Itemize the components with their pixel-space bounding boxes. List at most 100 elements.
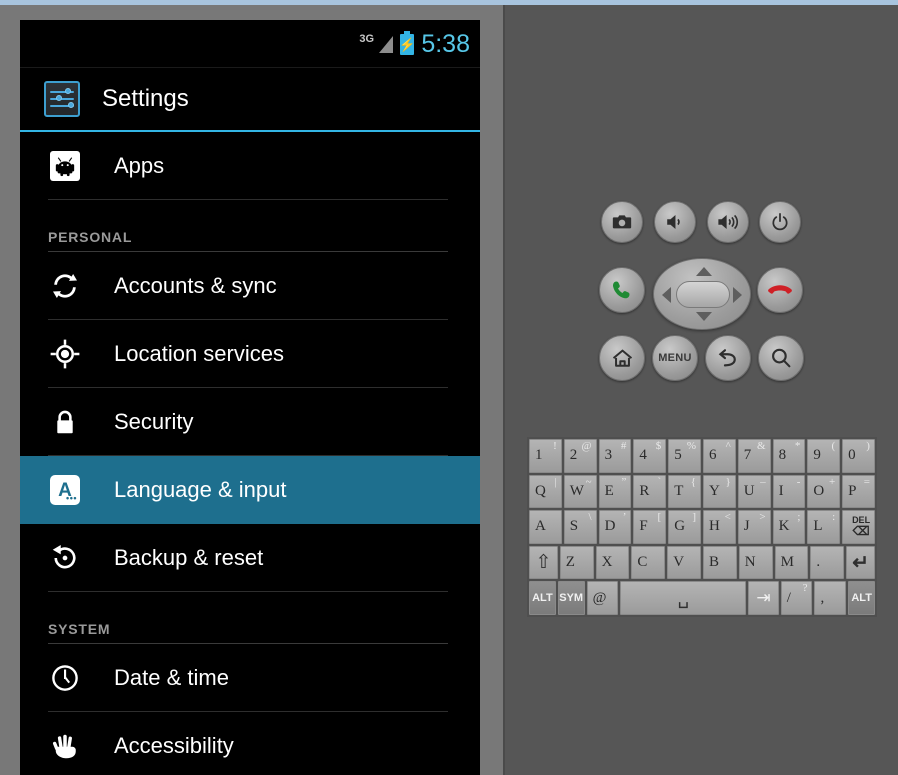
section-header-label: SYSTEM <box>48 621 111 637</box>
padlock-icon <box>48 405 82 439</box>
slash-key[interactable]: /? <box>780 581 813 615</box>
key-s[interactable]: S \ <box>563 510 597 544</box>
key-v[interactable]: V <box>667 545 701 580</box>
settings-list: Apps PERSONAL Accounts & sync Location s… <box>20 132 480 775</box>
key-2[interactable]: 2 @ <box>563 439 597 473</box>
key-0[interactable]: 0) <box>842 439 875 473</box>
dpad-down-icon[interactable] <box>696 312 712 321</box>
key-d[interactable]: D’ <box>598 510 632 544</box>
key-u[interactable]: U – <box>737 474 771 509</box>
shift-key[interactable]: ⇧ <box>529 545 558 580</box>
key-i[interactable]: I- <box>772 474 806 509</box>
settings-item-label: Backup & reset <box>114 545 264 570</box>
key-4[interactable]: 4 $ <box>633 439 667 473</box>
power-button[interactable] <box>759 201 801 243</box>
key-t[interactable]: T{ <box>668 474 701 509</box>
key-a[interactable]: A <box>529 510 562 544</box>
sym-key[interactable]: SYM <box>557 581 585 615</box>
key-8[interactable]: 8 * <box>772 439 806 473</box>
tab-key[interactable]: ⇥ <box>748 581 779 615</box>
key-j[interactable]: J > <box>737 510 771 544</box>
key-1[interactable]: 1! <box>529 439 562 473</box>
emulator-keyboard[interactable]: 1! 2 @ 3 # 4 $ 5% 6 ^ 7 & 8 * 9( 0) Q | W ~ E” R… <box>527 437 877 617</box>
key-f[interactable]: F[ <box>633 510 667 544</box>
settings-item-label: Accessibility <box>114 733 234 758</box>
tab-icon: ⇥ <box>756 588 771 608</box>
home-button[interactable] <box>599 335 645 381</box>
emulator-control-panel: MENU 1! 2 @ 3 # 4 $ 5 % 6 ^ 7 & 8 * 9 (… <box>505 5 898 775</box>
end-call-button[interactable] <box>757 267 803 313</box>
key-r[interactable]: R ` <box>633 474 667 509</box>
settings-item-location-services[interactable]: Location services <box>20 320 480 388</box>
back-button[interactable] <box>705 335 751 381</box>
key-w[interactable]: W ~ <box>563 474 597 509</box>
dpad-right-icon[interactable] <box>733 287 742 303</box>
alt-right-key[interactable]: ALT <box>848 581 876 615</box>
settings-item-label: Apps <box>114 153 165 178</box>
key-3[interactable]: 3 # <box>598 439 632 473</box>
hardware-button-area: MENU <box>505 5 898 425</box>
search-button[interactable] <box>758 335 804 381</box>
volume-up-button[interactable] <box>707 201 749 243</box>
settings-sliders-icon <box>44 81 80 117</box>
comma-key[interactable]: , <box>814 581 847 615</box>
key-o[interactable]: O + <box>807 474 841 509</box>
key-b[interactable]: B <box>702 545 737 580</box>
dpad[interactable] <box>653 258 751 330</box>
key-p[interactable]: P = <box>842 474 875 509</box>
keyboard-row-qwerty: Q | W ~ E” R ` T{ Y} U – I- O + P = <box>529 474 875 509</box>
enter-key[interactable]: ↵ <box>846 545 875 580</box>
section-header-personal: PERSONAL <box>20 200 480 252</box>
key-e[interactable]: E” <box>598 474 632 509</box>
dpad-center-button[interactable] <box>676 281 730 308</box>
backspace-icon: ⌫ <box>852 524 870 539</box>
section-header-system: SYSTEM <box>20 592 480 644</box>
settings-item-label: Accounts & sync <box>114 273 277 298</box>
emulator-window: 3G ⚡ 5:38 Settings Apps PERSONAL Account… <box>0 0 898 775</box>
key-l[interactable]: L: <box>807 510 841 544</box>
settings-item-apps[interactable]: Apps <box>20 132 480 200</box>
settings-item-accounts-sync[interactable]: Accounts & sync <box>20 252 480 320</box>
shift-icon: ⇧ <box>535 552 552 574</box>
battery-bolt-icon: ⚡ <box>399 36 416 52</box>
key-h[interactable]: H < <box>702 510 736 544</box>
key-c[interactable]: C <box>631 545 666 580</box>
key-y[interactable]: Y} <box>702 474 736 509</box>
key-z[interactable]: Z <box>559 545 594 580</box>
hand-icon <box>48 729 82 763</box>
call-button[interactable] <box>599 267 645 313</box>
dpad-left-icon[interactable] <box>662 287 671 303</box>
settings-item-date-time[interactable]: Date & time <box>20 644 480 712</box>
key-n[interactable]: N <box>738 545 773 580</box>
settings-item-backup-reset[interactable]: Backup & reset <box>20 524 480 592</box>
at-key[interactable]: @ <box>586 581 619 615</box>
settings-item-accessibility[interactable]: Accessibility <box>20 712 480 775</box>
volume-down-button[interactable] <box>654 201 696 243</box>
enter-icon: ↵ <box>852 552 869 575</box>
location-crosshair-icon <box>48 337 82 371</box>
settings-item-security[interactable]: Security <box>20 388 480 456</box>
key-6[interactable]: 6 ^ <box>702 439 736 473</box>
clock-icon <box>48 661 82 695</box>
action-bar[interactable]: Settings <box>20 68 480 132</box>
key-period[interactable]: . <box>810 545 845 580</box>
key-x[interactable]: X <box>595 545 630 580</box>
sync-arrows-icon <box>48 269 82 303</box>
section-header-label: PERSONAL <box>48 229 133 245</box>
key-q[interactable]: Q | <box>529 474 562 509</box>
key-7[interactable]: 7 & <box>737 439 771 473</box>
camera-button[interactable] <box>601 201 643 243</box>
space-key[interactable]: ␣ <box>620 581 747 615</box>
menu-button[interactable]: MENU <box>652 335 698 381</box>
dpad-up-icon[interactable] <box>696 267 712 276</box>
key-k[interactable]: K; <box>772 510 806 544</box>
key-m[interactable]: M <box>774 545 809 580</box>
key-g[interactable]: G] <box>668 510 701 544</box>
key-9[interactable]: 9( <box>807 439 841 473</box>
settings-item-language-input[interactable]: A ••• Language & input <box>20 456 480 524</box>
key-5[interactable]: 5% <box>668 439 701 473</box>
delete-key[interactable]: DEL ⌫ <box>842 510 875 544</box>
android-apps-icon <box>48 149 82 183</box>
alt-left-key[interactable]: ALT <box>529 581 556 615</box>
keyboard-row-bottom: ALT SYM @ ␣ ⇥ /? , ALT <box>529 581 876 615</box>
